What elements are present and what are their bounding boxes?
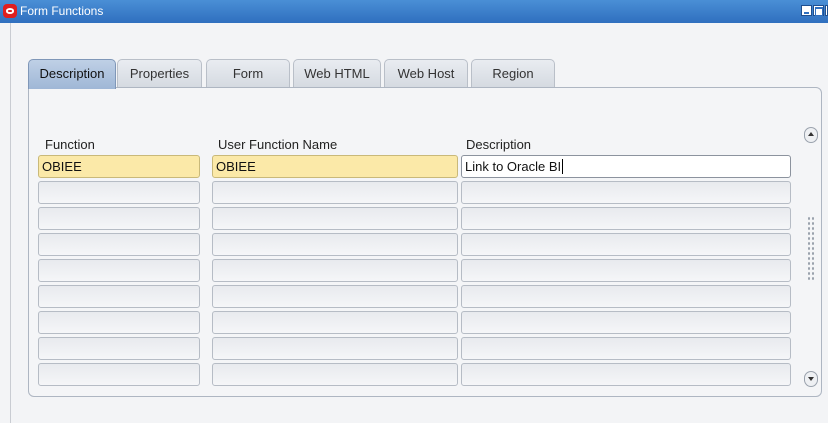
description-field[interactable]: [461, 181, 791, 204]
column-header-description: Description: [466, 137, 532, 152]
description-field[interactable]: [461, 311, 791, 334]
user-function-name-field[interactable]: OBIEE: [212, 155, 458, 178]
form-functions-window: Form Functions Description Properties Fo…: [0, 0, 828, 423]
user-function-name-field[interactable]: [212, 233, 458, 256]
user-function-name-field[interactable]: [212, 285, 458, 308]
description-field[interactable]: [461, 363, 791, 386]
scroll-up-arrow-icon[interactable]: [804, 127, 818, 143]
user-function-name-field[interactable]: [212, 207, 458, 230]
description-field[interactable]: [461, 207, 791, 230]
text-cursor: [562, 159, 564, 174]
function-field[interactable]: [38, 233, 200, 256]
column-header-user-function-name: User Function Name: [218, 137, 338, 152]
tab-form[interactable]: Form: [206, 59, 290, 87]
minimize-icon[interactable]: [801, 5, 812, 16]
window-frame-edge: [10, 23, 11, 423]
user-function-name-field[interactable]: [212, 337, 458, 360]
user-function-name-field[interactable]: [212, 311, 458, 334]
function-field[interactable]: [38, 337, 200, 360]
window-title: Form Functions: [20, 4, 104, 18]
function-field[interactable]: [38, 311, 200, 334]
description-field[interactable]: [461, 233, 791, 256]
description-field[interactable]: [461, 259, 791, 282]
tab-description[interactable]: Description: [28, 59, 116, 89]
oracle-logo-icon: [3, 4, 17, 18]
function-field[interactable]: OBIEE: [38, 155, 200, 178]
description-field[interactable]: [461, 337, 791, 360]
user-function-name-field[interactable]: [212, 259, 458, 282]
maximize-icon[interactable]: [813, 5, 824, 16]
user-function-name-field[interactable]: [212, 181, 458, 204]
scroll-down-arrow-icon[interactable]: [804, 371, 818, 387]
tab-properties[interactable]: Properties: [117, 59, 202, 87]
function-field[interactable]: [38, 363, 200, 386]
title-bar: Form Functions: [0, 0, 828, 23]
function-field[interactable]: [38, 207, 200, 230]
scrollbar-grip[interactable]: [807, 216, 815, 282]
tab-web-html[interactable]: Web HTML: [293, 59, 381, 87]
description-field[interactable]: Link to Oracle BI: [461, 155, 791, 178]
tab-region[interactable]: Region: [471, 59, 555, 87]
description-field[interactable]: [461, 285, 791, 308]
user-function-name-field[interactable]: [212, 363, 458, 386]
function-field[interactable]: [38, 181, 200, 204]
function-field[interactable]: [38, 259, 200, 282]
tab-web-host[interactable]: Web Host: [384, 59, 468, 87]
column-header-function: Function: [45, 137, 95, 152]
description-field-text: Link to Oracle BI: [465, 159, 562, 174]
function-field[interactable]: [38, 285, 200, 308]
